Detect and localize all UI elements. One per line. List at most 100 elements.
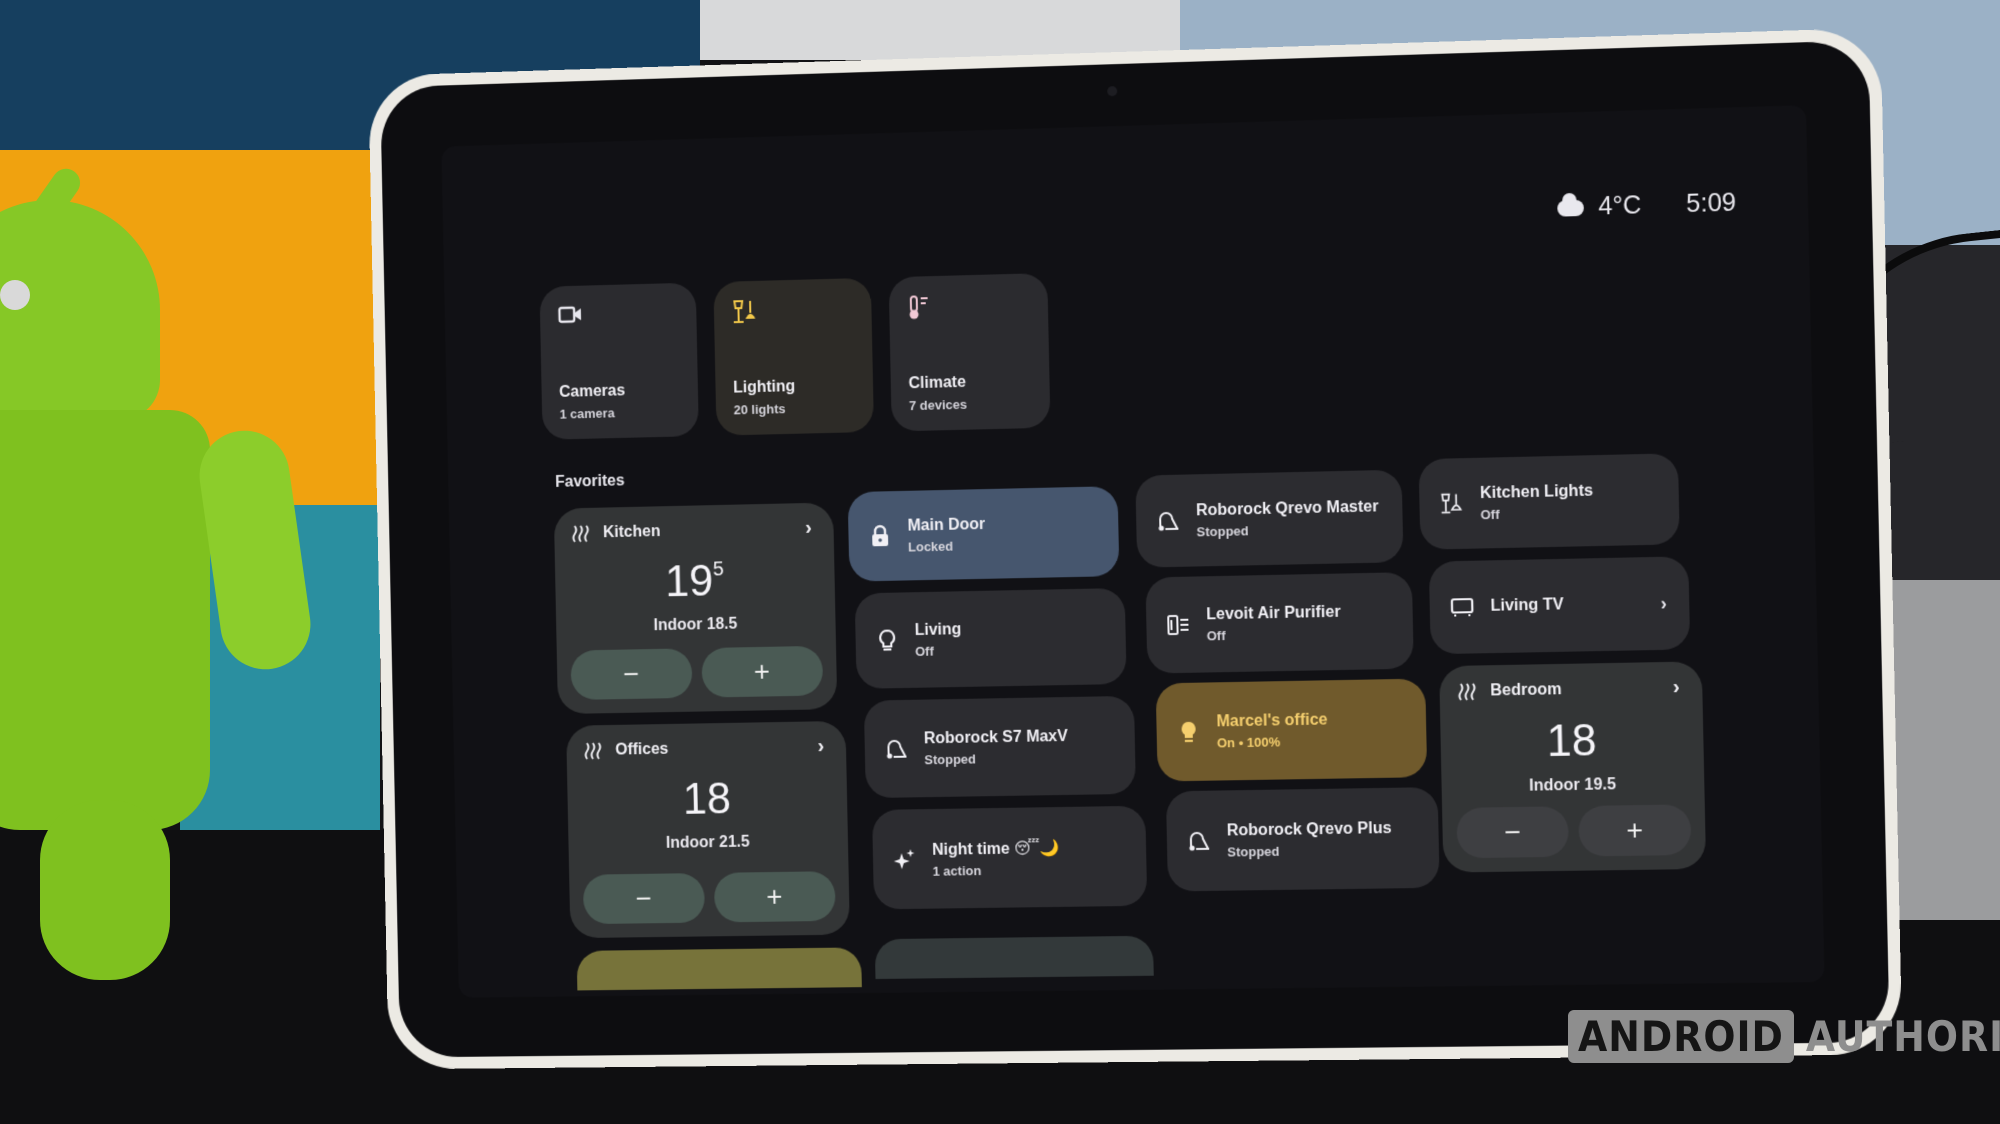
setpoint-value: 18 <box>682 774 732 824</box>
category-subtitle: 7 devices <box>908 396 968 414</box>
category-title: Cameras <box>559 382 626 401</box>
heat-icon <box>584 741 602 761</box>
category-cameras[interactable]: Cameras 1 camera <box>539 282 699 440</box>
increase-temperature-button[interactable]: + <box>713 871 836 923</box>
indoor-temperature: Indoor 19.5 <box>1529 776 1617 795</box>
decrease-temperature-button[interactable]: − <box>582 873 705 925</box>
device-state: On • 100% <box>1216 733 1281 750</box>
device-state: Off <box>915 643 934 659</box>
lightbulb-icon <box>875 628 899 652</box>
device-tile-roborock-qrevo-master[interactable]: Roborock Qrevo Master Stopped <box>1135 469 1404 568</box>
tile-text: Main Door Locked <box>907 516 985 555</box>
decrease-temperature-button[interactable]: − <box>1456 806 1570 859</box>
lamp-icon <box>731 299 756 323</box>
device-tile-main-door[interactable]: Main Door Locked <box>847 486 1120 582</box>
category-title: Lighting <box>733 378 796 397</box>
device-tile-roborock-s7[interactable]: Roborock S7 MaxV Stopped <box>863 695 1136 799</box>
thermostat-controls: − + <box>1456 804 1692 859</box>
device-state: Off <box>1480 506 1500 522</box>
lamp-icon <box>1439 491 1464 516</box>
thermostat-name: Offices <box>615 740 669 759</box>
thermostat-setpoint: 195 <box>555 554 835 609</box>
device-name: Levoit Air Purifier <box>1206 603 1341 623</box>
chevron-right-icon[interactable]: › <box>1673 676 1680 699</box>
device-name: Roborock Qrevo Plus <box>1226 819 1392 840</box>
device-name: Marcel's office <box>1216 710 1328 730</box>
watermark-text: AUTHORITY <box>1805 1012 2000 1061</box>
sparkle-icon <box>893 847 917 871</box>
home-dashboard-screen: 4°C 5:09 Cameras 1 camera Lighting 20 li… <box>441 105 1825 998</box>
favorites-heading: Favorites <box>555 472 625 491</box>
partial-tile-gray[interactable] <box>874 935 1154 980</box>
indoor-temperature: Indoor 21.5 <box>665 833 750 852</box>
thermostat-header: Offices <box>584 740 669 761</box>
thermostat-setpoint: 18 <box>567 773 847 827</box>
automation-action-count: 1 action <box>932 862 982 879</box>
device-name: Roborock Qrevo Master <box>1195 497 1379 519</box>
device-name: Living TV <box>1490 596 1564 615</box>
category-title: Climate <box>908 373 967 393</box>
chevron-right-icon[interactable]: › <box>805 517 812 540</box>
weather-temperature: 4°C <box>1598 191 1642 221</box>
tile-text: Levoit Air Purifier Off <box>1206 603 1341 643</box>
thermostat-kitchen[interactable]: Kitchen › 195 Indoor 18.5 − + <box>553 502 838 715</box>
increase-temperature-button[interactable]: + <box>700 645 824 698</box>
thermostat-bedroom[interactable]: Bedroom › 18 Indoor 19.5 − + <box>1439 661 1707 873</box>
device-name: Main Door <box>907 515 986 535</box>
category-subtitle: 20 lights <box>733 401 786 418</box>
android-authority-watermark: ANDROID AUTHORITY <box>1568 1010 2000 1063</box>
tablet-bezel: 4°C 5:09 Cameras 1 camera Lighting 20 li… <box>380 40 1890 1058</box>
cloud-icon <box>1557 199 1585 217</box>
increase-temperature-button[interactable]: + <box>1578 804 1692 857</box>
lightbulb-icon <box>1176 720 1201 744</box>
tile-text: Marcel's office On • 100% <box>1216 711 1328 750</box>
tile-text: Living Off <box>915 621 962 659</box>
device-state: Stopped <box>924 751 977 767</box>
device-state: Stopped <box>1196 522 1249 539</box>
video-camera-icon <box>557 303 582 327</box>
device-tile-living[interactable]: Living Off <box>854 587 1127 689</box>
favorites-grid: Kitchen › 195 Indoor 18.5 − + Offices › … <box>553 453 1724 998</box>
tile-text: Kitchen Lights Off <box>1480 482 1594 522</box>
thermostat-name: Bedroom <box>1490 681 1562 700</box>
thermometer-icon <box>907 294 931 320</box>
vacuum-icon <box>1187 829 1212 853</box>
thermostat-setpoint: 18 <box>1440 714 1704 769</box>
device-state: Stopped <box>1227 843 1280 860</box>
automation-tile-night-time[interactable]: Night time 😴🌙 1 action <box>871 805 1148 910</box>
device-tile-levoit-air-purifier[interactable]: Levoit Air Purifier Off <box>1145 572 1414 674</box>
thermostat-header: Bedroom <box>1458 680 1562 702</box>
heat-icon <box>1458 682 1477 702</box>
device-state: Off <box>1206 627 1226 643</box>
tv-icon <box>1450 595 1475 620</box>
heat-icon <box>572 524 590 544</box>
setpoint-value: 18 <box>1546 715 1598 767</box>
device-name: Roborock S7 MaxV <box>923 727 1068 747</box>
device-tile-roborock-qrevo-plus[interactable]: Roborock Qrevo Plus Stopped <box>1165 787 1440 892</box>
thermostat-controls: − + <box>582 871 836 925</box>
vacuum-icon <box>1156 509 1181 534</box>
setpoint-value: 19 <box>664 556 714 607</box>
android-mascot-eye <box>0 280 30 310</box>
tile-text: Roborock Qrevo Master Stopped <box>1196 498 1379 539</box>
thermostat-name: Kitchen <box>602 523 661 542</box>
android-mascot-body <box>0 410 210 830</box>
tile-text: Roborock S7 MaxV Stopped <box>924 727 1069 766</box>
background-white-box <box>700 0 1180 60</box>
decrease-temperature-button[interactable]: − <box>570 648 693 700</box>
device-tile-marcels-office[interactable]: Marcel's office On • 100% <box>1155 678 1428 782</box>
thermostat-offices[interactable]: Offices › 18 Indoor 21.5 − + <box>566 720 850 939</box>
status-bar: 4°C 5:09 <box>1557 188 1736 222</box>
device-tile-kitchen-lights[interactable]: Kitchen Lights Off <box>1418 453 1680 550</box>
category-lighting[interactable]: Lighting 20 lights <box>713 277 875 436</box>
category-climate[interactable]: Climate 7 devices <box>888 272 1051 432</box>
partial-tile-yellow[interactable] <box>576 947 862 991</box>
device-state: Locked <box>907 538 954 555</box>
air-purifier-icon <box>1166 613 1191 637</box>
device-tile-living-tv[interactable]: Living TV › <box>1428 556 1691 655</box>
device-name: Living <box>914 620 962 639</box>
vacuum-icon <box>884 737 908 761</box>
chevron-right-icon[interactable]: › <box>817 735 824 758</box>
thermostat-controls: − + <box>570 645 824 700</box>
chevron-right-icon[interactable]: › <box>1660 593 1667 614</box>
